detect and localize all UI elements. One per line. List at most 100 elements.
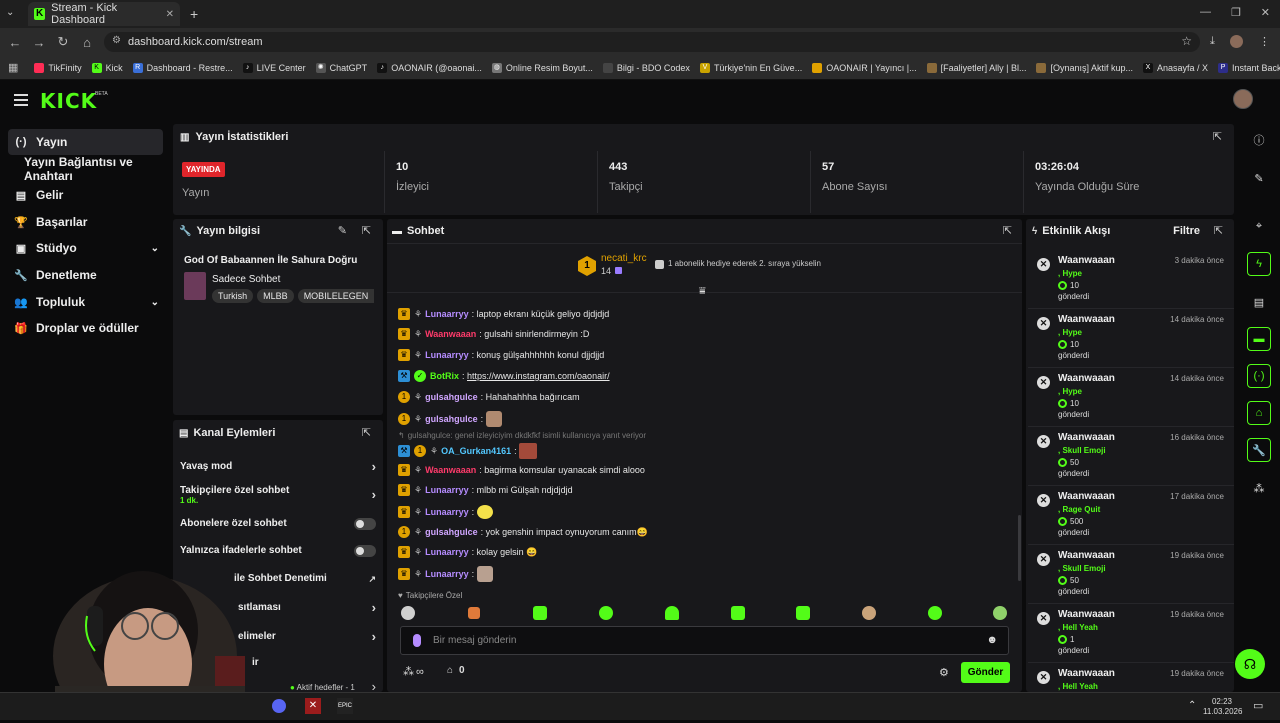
bookmark-item[interactable]: V Türkiye'nin En Güve... <box>699 62 802 73</box>
kick-logo[interactable]: KICK <box>40 89 97 113</box>
activity-event[interactable]: ✕ Waanwaaan 3 dakika önce, Hype 10 gönderdi <box>1028 250 1234 309</box>
profile-avatar[interactable] <box>1230 35 1244 48</box>
subs-only-row[interactable]: Abonelere özel sohbet <box>180 518 376 530</box>
user-avatar[interactable] <box>1233 89 1253 109</box>
notes-icon[interactable]: ▤ <box>1247 290 1271 314</box>
chat-message[interactable]: ⚒ ✓ BotRix: https://www.instagram.com/oaon… <box>398 370 610 382</box>
lightning-icon[interactable]: ϟ <box>1247 252 1271 276</box>
chat-message[interactable]: ⚒ 1 ⚘ OA_Gurkan4161: <box>398 443 538 459</box>
epic-games-icon[interactable]: EPIC <box>337 698 353 714</box>
emote-button[interactable] <box>599 606 613 620</box>
minimize-icon[interactable]: — <box>1200 6 1211 19</box>
sidebar-item-droplar[interactable]: 🎁 Droplar ve ödüller <box>8 315 163 341</box>
site-info-icon[interactable]: ⚙ <box>112 35 121 46</box>
activity-event[interactable]: ✕ Waanwaaan 14 dakika önce, Hype 10 gönderdi <box>1028 309 1234 368</box>
bookmark-item[interactable]: TikFinity <box>34 62 82 73</box>
activity-event[interactable]: ✕ Waanwaaan 19 dakika önce, Skull Emoji 50 g… <box>1028 545 1234 604</box>
emote-button[interactable] <box>993 606 1007 620</box>
hamburger-menu-icon[interactable] <box>14 94 28 106</box>
bookmark-item[interactable]: ♪ OAONAIR (@oaonai... <box>377 62 482 73</box>
forward-icon[interactable]: → <box>27 35 51 50</box>
chat-message[interactable]: ♛ ⚘ Lunaarryy: laptop ekranı küçük geliyo … <box>398 308 609 320</box>
emote-button[interactable] <box>928 606 942 620</box>
sidebar-item-topluluk[interactable]: 👥 Topluluk ⌄ <box>8 289 163 315</box>
bookmark-item[interactable]: PInstant Background... <box>1218 62 1280 73</box>
home-icon[interactable]: ⌂ <box>75 35 99 50</box>
edit-icon[interactable]: ✎ <box>1247 166 1271 190</box>
activity-event[interactable]: ✕ Waanwaaan 19 dakika önce, Hell Yeah 1 gönd… <box>1028 604 1234 663</box>
emotes-only-toggle[interactable] <box>354 545 376 557</box>
points-icon[interactable]: ⁂ <box>1247 476 1271 500</box>
reload-icon[interactable]: ↻ <box>51 34 75 50</box>
slow-mode-row[interactable]: Yavaş mod › <box>180 459 376 474</box>
bookmark-item[interactable]: [Oynanış] Aktif kup... <box>1036 62 1133 73</box>
activity-event[interactable]: ✕ Waanwaaan 16 dakika önce, Skull Emoji 50 g… <box>1028 427 1234 486</box>
chat-message[interactable]: 1 ⚘ gulsahgulce: yok genshin impact oynuyo… <box>398 526 648 538</box>
chat-bubble-icon[interactable]: ▬ <box>1247 327 1271 351</box>
store-display[interactable]: ⌂ 0 <box>447 665 465 676</box>
chat-settings-icon[interactable]: ⚙ <box>939 666 949 679</box>
bookmark-item[interactable]: ✺ ChatGPT <box>315 62 367 73</box>
info-icon[interactable]: ⓘ <box>1247 128 1271 152</box>
popout-icon[interactable]: ⇱ <box>362 426 371 439</box>
emote-button[interactable] <box>665 606 679 620</box>
chat-filter-icon[interactable]: ⩸ <box>699 285 706 298</box>
close-tab-icon[interactable]: ✕ <box>166 9 174 20</box>
popout-icon[interactable]: ⇱ <box>1003 224 1012 237</box>
emoji-picker-icon[interactable]: ☻ <box>986 634 998 646</box>
followers-only-row[interactable]: Takipçilere özel sohbet 1 dk. › <box>180 485 376 505</box>
popout-icon[interactable]: ⇱ <box>1214 224 1223 237</box>
notification-icon[interactable]: ▭ <box>1253 699 1263 712</box>
clock[interactable]: 02:23 11.03.2026 <box>1203 697 1242 717</box>
maximize-icon[interactable]: ❐ <box>1231 6 1241 19</box>
window-close-icon[interactable]: ✕ <box>1261 6 1270 19</box>
sidebar-item-gelir[interactable]: ▤ Gelir <box>8 182 163 208</box>
sidebar-item-denetleme[interactable]: 🔧 Denetleme <box>8 262 163 288</box>
tab-list-icon[interactable]: ⌄ <box>6 7 20 21</box>
back-icon[interactable]: ← <box>3 35 27 50</box>
broadcast-icon[interactable]: (·) <box>1247 364 1271 388</box>
discord-icon[interactable] <box>272 699 286 713</box>
chat-link[interactable]: https://www.instagram.com/oaonair/ <box>467 371 610 381</box>
bookmark-item[interactable]: Bilgi - BDO Codex <box>602 62 690 73</box>
activity-event[interactable]: ✕ Waanwaaan 17 dakika önce, Rage Quit 500 gö… <box>1028 486 1234 545</box>
bookmark-item[interactable]: OAONAIR | Yayıncı |... <box>812 62 917 73</box>
chat-message[interactable]: 1 ⚘ gulsahgulce: <box>398 411 502 427</box>
apps-grid-icon[interactable]: ▦ <box>8 61 18 74</box>
chat-message[interactable]: 1 ⚘ gulsahgulce: Hahahahhha bağırıcam <box>398 391 580 403</box>
url-field[interactable]: ⚙ dashboard.kick.com/stream ☆ <box>104 32 1200 52</box>
chat-message[interactable]: ♛ ⚘ Lunaarryy: kolay gelsin 😄 <box>398 546 537 558</box>
bookmark-item[interactable]: [Faaliyetler] Ally | Bl... <box>926 62 1026 73</box>
send-button[interactable]: Gönder <box>961 662 1010 683</box>
popout-icon[interactable]: ⇱ <box>362 224 371 237</box>
bookmark-star-icon[interactable]: ☆ <box>1181 34 1192 48</box>
chat-message[interactable]: ♛ ⚘ Waanwaaan: gulsahi sinirlendirmeyin :D <box>398 328 589 340</box>
pinned-username[interactable]: necati_krc <box>601 253 647 264</box>
chat-message[interactable]: ♛ ⚘ Waanwaaan: bagirma komsular uyanacak s… <box>398 464 645 476</box>
new-tab-icon[interactable]: + <box>190 6 198 22</box>
edit-pencil-icon[interactable]: ✎ <box>338 224 347 237</box>
emote-button[interactable] <box>862 606 876 620</box>
tray-chevron-icon[interactable]: ⌃ <box>1188 700 1196 711</box>
tag-chip[interactable]: MOBILELEGEN <box>297 289 375 303</box>
support-headset-icon[interactable]: ☊ <box>1235 649 1265 679</box>
sidebar-item-basarilar[interactable]: 🏆 Başarılar <box>8 209 163 235</box>
emote-button[interactable] <box>533 606 547 620</box>
chat-message[interactable]: ♛ ⚘ Lunaarryy: <box>398 566 493 582</box>
emotes-only-row[interactable]: Yalnızca ifadelerle sohbet <box>180 545 376 557</box>
emote-button[interactable] <box>796 606 810 620</box>
emote-button[interactable] <box>401 606 415 620</box>
store-icon[interactable]: ⌂ <box>1247 401 1271 425</box>
wrench-icon[interactable]: 🔧 <box>1247 438 1271 462</box>
bookmark-item[interactable]: R Dashboard - Restre... <box>132 62 233 73</box>
chat-input-box[interactable]: Bir mesaj gönderin ☻ <box>400 626 1009 655</box>
points-display[interactable]: ⁂ ∞ <box>403 665 424 679</box>
chat-scrollbar[interactable] <box>1018 515 1021 581</box>
chat-message[interactable]: ♛ ⚘ Lunaarryy: mlbb mi Gülşah ndjdjdjd <box>398 484 573 496</box>
browser-tab[interactable]: K Stream - Kick Dashboard ✕ <box>28 2 180 26</box>
bookmark-item[interactable]: K Kick <box>91 62 123 73</box>
emote-button[interactable] <box>468 607 480 619</box>
download-icon[interactable]: ⤓ <box>1210 35 1215 48</box>
emote-button[interactable] <box>731 606 745 620</box>
clip-icon[interactable]: ⌖ <box>1247 214 1271 238</box>
